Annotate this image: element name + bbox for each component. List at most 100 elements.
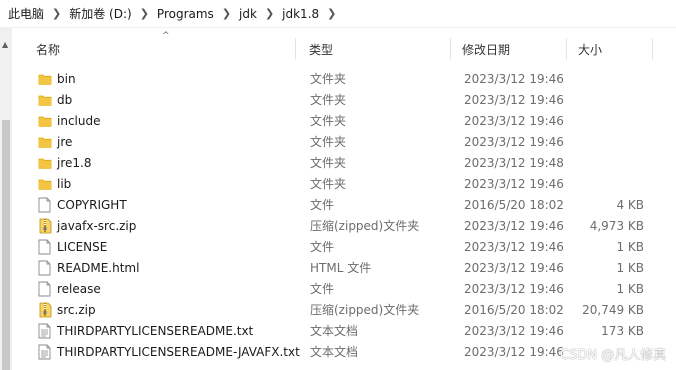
file-size: [560, 111, 644, 132]
file-size: [560, 69, 644, 90]
breadcrumb-item-programs[interactable]: Programs: [157, 7, 214, 21]
file-size: [560, 90, 644, 111]
file-date-modified: 2016/5/20 18:02: [464, 303, 564, 317]
file-type: 文件: [310, 282, 335, 296]
file-size: [560, 132, 644, 153]
file-row[interactable]: README.html HTML 文件 2023/3/12 19:46 1 KB: [0, 258, 676, 279]
folder-icon: [38, 69, 52, 90]
column-divider[interactable]: [450, 38, 451, 60]
column-divider[interactable]: [295, 38, 296, 60]
file-name: src.zip: [57, 303, 96, 317]
sort-ascending-icon: ^: [162, 31, 170, 41]
file-type: HTML 文件: [310, 261, 372, 275]
file-date-modified: 2023/3/12 19:46: [464, 324, 564, 338]
file-type: 压缩(zipped)文件夹: [310, 303, 420, 317]
file-row[interactable]: release 文件 2023/3/12 19:46 1 KB: [0, 279, 676, 300]
file-row[interactable]: THIRDPARTYLICENSEREADME.txt 文本文档 2023/3/12…: [0, 321, 676, 342]
file-size: 1 KB: [616, 240, 644, 254]
file-name: README.html: [57, 261, 140, 275]
file-size: 1 KB: [616, 261, 644, 275]
zip-folder-icon: [38, 216, 52, 237]
file-date-modified: 2023/3/12 19:46: [464, 114, 564, 128]
zip-folder-icon: [38, 300, 52, 321]
file-name: jre1.8: [57, 156, 92, 170]
file-size: [560, 153, 644, 174]
column-header-date[interactable]: 修改日期: [462, 34, 510, 64]
file-row[interactable]: LICENSE 文件 2023/3/12 19:46 1 KB: [0, 237, 676, 258]
folder-icon: [38, 153, 52, 174]
breadcrumb-item-drive-d[interactable]: 新加卷 (D:): [69, 5, 131, 22]
breadcrumb-item-jdk[interactable]: jdk: [239, 7, 257, 21]
file-date-modified: 2023/3/12 19:46: [464, 240, 564, 254]
file-name: javafx-src.zip: [57, 219, 137, 233]
column-divider[interactable]: [566, 38, 567, 60]
file-date-modified: 2023/3/12 19:46: [464, 282, 564, 296]
scroll-up-arrow-icon[interactable]: ▲: [2, 40, 8, 49]
watermark: CSDN @凡人修真: [560, 348, 667, 363]
file-icon: [38, 279, 52, 300]
file-type: 文件夹: [310, 93, 347, 107]
folder-icon: [38, 132, 52, 153]
breadcrumb-item-jdk18[interactable]: jdk1.8: [282, 7, 319, 21]
column-header-row: ^ 名称 类型 修改日期 大小: [12, 31, 676, 64]
folder-icon: [38, 111, 52, 132]
chevron-right-icon[interactable]: ❯: [327, 7, 336, 20]
file-size: 173 KB: [601, 324, 644, 338]
column-header-type[interactable]: 类型: [309, 34, 333, 64]
file-date-modified: 2023/3/12 19:46: [464, 219, 564, 233]
file-size: 4 KB: [616, 198, 644, 212]
file-icon: [38, 258, 52, 279]
file-type: 压缩(zipped)文件夹: [310, 219, 420, 233]
chevron-right-icon[interactable]: ❯: [140, 7, 149, 20]
file-type: 文本文档: [310, 324, 359, 338]
file-date-modified: 2023/3/12 19:46: [464, 93, 564, 107]
file-type: 文件: [310, 240, 335, 254]
chevron-right-icon[interactable]: ❯: [222, 7, 231, 20]
file-name: LICENSE: [57, 240, 108, 254]
file-type: 文件夹: [310, 177, 347, 191]
breadcrumb: 此电脑 ❯ 新加卷 (D:) ❯ Programs ❯ jdk ❯ jdk1.8…: [0, 0, 676, 28]
file-date-modified: 2016/5/20 18:02: [464, 198, 564, 212]
file-date-modified: 2023/3/12 19:46: [464, 177, 564, 191]
file-name: release: [57, 282, 101, 296]
column-header-name[interactable]: 名称: [36, 34, 60, 64]
column-header-size[interactable]: 大小: [578, 34, 602, 64]
file-icon: [38, 195, 52, 216]
column-divider[interactable]: [652, 38, 653, 60]
file-size: 20,749 KB: [582, 303, 644, 317]
text-file-icon: [38, 342, 52, 363]
file-type: 文件夹: [310, 135, 347, 149]
file-row[interactable]: COPYRIGHT 文件 2016/5/20 18:02 4 KB: [0, 195, 676, 216]
file-size: 1 KB: [616, 282, 644, 296]
file-date-modified: 2023/3/12 19:46: [464, 135, 564, 149]
file-row[interactable]: src.zip 压缩(zipped)文件夹 2016/5/20 18:02 20,74…: [0, 300, 676, 321]
file-row[interactable]: lib 文件夹 2023/3/12 19:46: [0, 174, 676, 195]
file-date-modified: 2023/3/12 19:48: [464, 156, 564, 170]
file-name: db: [57, 93, 73, 107]
file-icon: [38, 237, 52, 258]
file-name: COPYRIGHT: [57, 198, 127, 212]
file-name: THIRDPARTYLICENSEREADME.txt: [57, 324, 254, 338]
file-name: jre: [57, 135, 73, 149]
file-type: 文件夹: [310, 72, 347, 86]
chevron-right-icon[interactable]: ❯: [265, 7, 274, 20]
file-name: THIRDPARTYLICENSEREADME-JAVAFX.txt: [57, 345, 300, 359]
file-row[interactable]: jre1.8 文件夹 2023/3/12 19:48: [0, 153, 676, 174]
file-type: 文件夹: [310, 156, 347, 170]
file-type: 文件: [310, 198, 335, 212]
breadcrumb-item-this-pc[interactable]: 此电脑: [8, 5, 44, 22]
file-name: bin: [57, 72, 76, 86]
file-name: include: [57, 114, 101, 128]
file-row[interactable]: jre 文件夹 2023/3/12 19:46: [0, 132, 676, 153]
file-date-modified: 2023/3/12 19:46: [464, 72, 564, 86]
file-row[interactable]: bin 文件夹 2023/3/12 19:46: [0, 69, 676, 90]
file-row[interactable]: db 文件夹 2023/3/12 19:46: [0, 90, 676, 111]
file-type: 文件夹: [310, 114, 347, 128]
file-row[interactable]: include 文件夹 2023/3/12 19:46: [0, 111, 676, 132]
file-list: bin 文件夹 2023/3/12 19:46 db 文件夹 2023/3/12 19:4…: [0, 69, 676, 363]
folder-icon: [38, 174, 52, 195]
file-size: 4,973 KB: [589, 219, 644, 233]
folder-icon: [38, 90, 52, 111]
chevron-right-icon[interactable]: ❯: [52, 7, 61, 20]
file-row[interactable]: javafx-src.zip 压缩(zipped)文件夹 2023/3/12 19:…: [0, 216, 676, 237]
